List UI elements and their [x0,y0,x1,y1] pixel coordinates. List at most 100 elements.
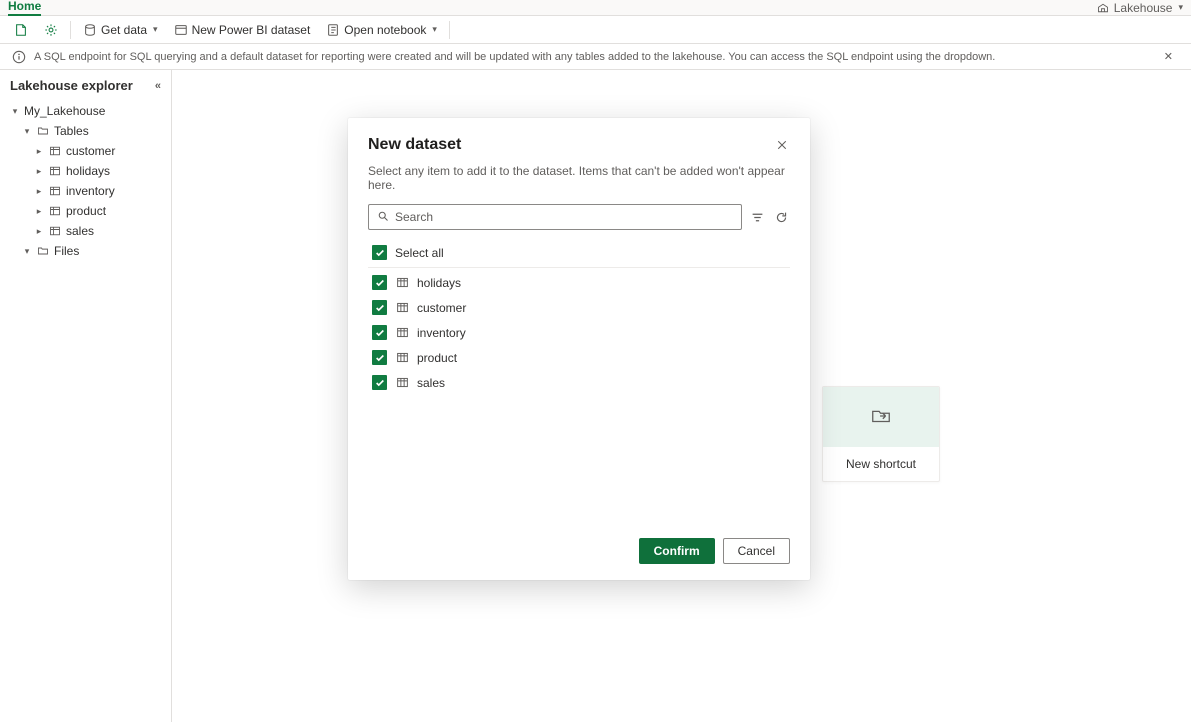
chevron-right-icon: ▸ [34,166,44,177]
new-dataset-label: New Power BI dataset [192,23,311,37]
open-notebook-label: Open notebook [344,23,426,37]
info-dismiss[interactable]: ✕ [1158,48,1179,65]
collapse-sidebar-icon[interactable]: « [155,80,161,92]
confirm-button[interactable]: Confirm [639,538,715,564]
ribbon: Get data ▾ New Power BI dataset Open not… [0,16,1191,44]
search-icon [377,210,389,225]
item-label: inventory [417,326,466,340]
chevron-right-icon: ▸ [34,186,44,197]
sidebar: Lakehouse explorer « ▾ My_Lakehouse ▾ Ta… [0,70,172,722]
tree-tables-label: Tables [54,124,89,138]
table-icon [395,376,409,390]
item-label: holidays [417,276,461,290]
dataset-item[interactable]: customer [368,295,790,320]
lakehouse-icon [1096,1,1110,15]
tree-root[interactable]: ▾ My_Lakehouse [0,101,171,121]
tree-table-item[interactable]: ▸ holidays [0,161,171,181]
chevron-down-icon: ▾ [22,246,32,257]
topbar: Home Lakehouse ▾ [0,0,1191,16]
search-input[interactable] [395,210,733,224]
tree-item-label: customer [66,144,115,158]
folder-icon [36,244,50,258]
new-shortcut-card[interactable]: New shortcut [822,386,940,482]
tree-table-item[interactable]: ▸ product [0,201,171,221]
dialog-title: New dataset [368,136,461,154]
tree-files[interactable]: ▾ Files [0,241,171,261]
separator [449,21,450,39]
dataset-icon [174,23,188,37]
info-text: A SQL endpoint for SQL querying and a de… [34,51,995,63]
tree-table-item[interactable]: ▸ sales [0,221,171,241]
get-data-label: Get data [101,23,147,37]
dataset-item[interactable]: product [368,345,790,370]
table-icon [48,224,62,238]
tree: ▾ My_Lakehouse ▾ Tables ▸ customer ▸ [0,101,171,261]
search-box[interactable] [368,204,742,230]
table-icon [395,301,409,315]
notebook-icon [326,23,340,37]
cancel-button[interactable]: Cancel [723,538,790,564]
item-label: sales [417,376,445,390]
chevron-down-icon: ▾ [153,24,158,35]
chevron-down-icon: ▾ [432,24,437,35]
new-file-icon [14,23,28,37]
table-icon [48,184,62,198]
chevron-right-icon: ▸ [34,226,44,237]
get-data-button[interactable]: Get data ▾ [77,21,164,39]
settings-button[interactable] [38,21,64,39]
shortcut-icon [870,405,892,430]
table-icon [48,144,62,158]
tree-item-label: holidays [66,164,110,178]
open-notebook-button[interactable]: Open notebook ▾ [320,21,443,39]
checkbox-checked[interactable] [372,325,387,340]
lakehouse-selector[interactable]: Lakehouse ▾ [1096,1,1183,15]
table-icon [395,351,409,365]
info-icon [12,50,26,64]
chevron-down-icon: ▾ [22,126,32,137]
tree-table-item[interactable]: ▸ customer [0,141,171,161]
tree-item-label: product [66,204,106,218]
chevron-right-icon: ▸ [34,206,44,217]
shortcut-label: New shortcut [846,457,916,471]
tree-item-label: sales [66,224,94,238]
filter-button[interactable] [748,208,766,226]
chevron-down-icon: ▾ [1178,2,1183,13]
close-button[interactable] [774,136,790,156]
tab-home[interactable]: Home [8,0,41,16]
gear-icon [44,23,58,37]
checkbox-checked[interactable] [372,375,387,390]
sidebar-title: Lakehouse explorer [10,78,133,93]
tree-files-label: Files [54,244,79,258]
item-label: customer [417,301,466,315]
select-all-row[interactable]: Select all [368,240,790,268]
select-all-label: Select all [395,246,444,260]
new-dataset-dialog: New dataset Select any item to add it to… [348,118,810,580]
item-list: Select all holidays customer inventory p… [368,240,790,395]
tree-tables[interactable]: ▾ Tables [0,121,171,141]
lakehouse-label: Lakehouse [1114,1,1173,15]
shortcut-card-visual [823,387,939,447]
chevron-down-icon: ▾ [10,106,20,117]
separator [70,21,71,39]
refresh-button[interactable] [772,208,790,226]
chevron-right-icon: ▸ [34,146,44,157]
table-icon [48,164,62,178]
dialog-description: Select any item to add it to the dataset… [368,164,790,192]
folder-icon [36,124,50,138]
new-file-button[interactable] [8,21,34,39]
checkbox-checked[interactable] [372,300,387,315]
checkbox-checked[interactable] [372,350,387,365]
info-bar: A SQL endpoint for SQL querying and a de… [0,44,1191,70]
dataset-item[interactable]: sales [368,370,790,395]
tree-item-label: inventory [66,184,115,198]
table-icon [395,326,409,340]
dataset-item[interactable]: inventory [368,320,790,345]
checkbox-checked[interactable] [372,245,387,260]
dataset-item[interactable]: holidays [368,270,790,295]
table-icon [395,276,409,290]
tree-table-item[interactable]: ▸ inventory [0,181,171,201]
new-powerbi-dataset-button[interactable]: New Power BI dataset [168,21,317,39]
tree-root-label: My_Lakehouse [24,104,105,118]
item-label: product [417,351,457,365]
checkbox-checked[interactable] [372,275,387,290]
